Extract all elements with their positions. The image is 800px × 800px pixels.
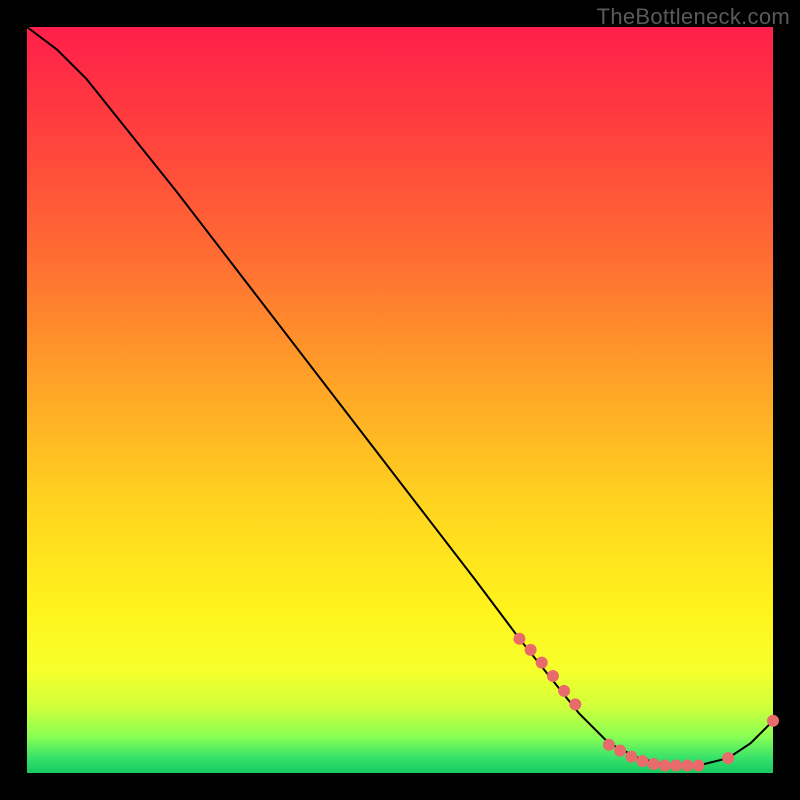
marker-point [569,698,581,710]
marker-point [513,633,525,645]
marker-point [670,760,682,772]
bottleneck-curve [27,27,773,766]
marker-point [659,760,671,772]
marker-point [603,739,615,751]
marker-point [692,760,704,772]
marker-point [625,751,637,763]
marker-point [722,752,734,764]
marker-point [636,755,648,767]
plot-area [27,27,773,773]
marker-point [767,715,779,727]
marker-point [547,670,559,682]
marker-point [648,758,660,770]
curve-svg [27,27,773,773]
chart-stage: TheBottleneck.com [0,0,800,800]
marker-point [558,685,570,697]
marker-point [525,644,537,656]
marker-point [536,657,548,669]
marker-point [614,745,626,757]
marker-point [681,760,693,772]
